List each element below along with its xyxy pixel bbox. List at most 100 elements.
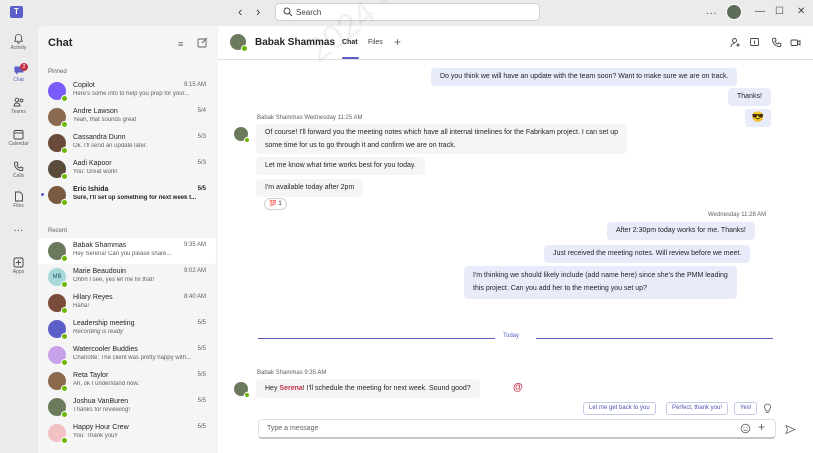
mention-serena[interactable]: Serena	[279, 385, 302, 392]
presence-available-icon	[61, 333, 68, 340]
pinned-section-label: Pinned	[48, 69, 67, 75]
contact-name[interactable]: Babak Shammas	[255, 37, 335, 48]
avatar: MB	[48, 268, 68, 288]
presence-available-icon	[61, 199, 68, 206]
rail-item-chat[interactable]: 2 Chat	[0, 63, 37, 83]
chat-list-item[interactable]: Hilary Reyes Haha! 8:40 AM	[38, 290, 216, 316]
search-box[interactable]: Search	[275, 3, 540, 21]
rail-label-teams: Teams	[11, 109, 26, 115]
message-bubble-them[interactable]: I'm available today after 2pm	[256, 179, 364, 197]
presence-available-icon	[244, 137, 250, 143]
audio-call-icon[interactable]	[771, 37, 782, 48]
message-meta: Babak Shammas Wednesday 11:25 AM	[257, 115, 363, 121]
user-avatar[interactable]	[726, 4, 742, 20]
presence-available-icon	[61, 437, 68, 444]
emoji-icon[interactable]	[740, 423, 751, 434]
attach-plus-icon[interactable]: +	[758, 420, 765, 434]
avatar	[48, 134, 68, 154]
tab-chat[interactable]: Chat	[342, 39, 358, 46]
new-chat-icon[interactable]	[197, 37, 208, 48]
chat-list-item[interactable]: Eric Ishida Sure, I'll set up something f…	[38, 182, 216, 208]
contact-avatar[interactable]	[230, 34, 248, 52]
rail-item-calendar[interactable]: Calendar	[0, 129, 37, 147]
message-bubble-me[interactable]: I'm thinking we should likely include (a…	[464, 266, 737, 299]
more-apps-icon[interactable]: ···	[0, 226, 37, 236]
chat-item-time: 5/3	[197, 134, 206, 140]
rail-item-teams[interactable]: Teams	[0, 97, 37, 115]
chat-list-item[interactable]: Babak Shammas Hey Serena! Can you please …	[38, 238, 216, 264]
chat-list-item[interactable]: Watercooler Buddies Charlotte: The client…	[38, 342, 216, 368]
maximize-icon[interactable]: ☐	[775, 6, 784, 18]
chat-item-name: Copilot	[73, 82, 95, 89]
teams-logo-icon: T	[10, 6, 23, 18]
avatar	[48, 242, 68, 262]
message-bubble-emoji[interactable]: 😎	[745, 109, 771, 127]
message-bubble-me[interactable]: Thanks!	[728, 88, 771, 106]
message-bubble-me[interactable]: Just received the meeting notes. Will re…	[544, 245, 751, 263]
chat-list-item[interactable]: Leadership meeting Recording is ready 5/5	[38, 316, 216, 342]
chat-list-item[interactable]: Joshua VanBuren Thanks for reviewing! 5/5	[38, 394, 216, 420]
phone-icon	[14, 161, 24, 171]
tab-files[interactable]: Files	[368, 39, 383, 46]
minimize-icon[interactable]: —	[755, 6, 765, 18]
bell-icon	[13, 33, 24, 44]
reaction-hundred[interactable]: 💯 1	[264, 198, 287, 210]
file-icon	[14, 191, 23, 202]
add-tab-icon[interactable]: +	[394, 35, 401, 49]
chat-item-preview: Ah, ok I understand now.	[73, 381, 140, 387]
chat-list-item[interactable]: Copilot Here's some info to help you prep…	[38, 78, 216, 104]
chat-item-name: Babak Shammas	[73, 242, 127, 249]
chat-item-time: 5/3	[197, 160, 206, 166]
rail-item-calls[interactable]: Calls	[0, 161, 37, 179]
chat-item-preview: Thanks for reviewing!	[73, 407, 131, 413]
chat-item-preview: Ok. I'll send an update later.	[73, 143, 148, 149]
forward-arrow-icon[interactable]: ›	[256, 5, 260, 19]
compose-box[interactable]: Type a message +	[258, 419, 776, 439]
message-bubble-me[interactable]: Do you think we will have an update with…	[431, 68, 738, 86]
message-bubble-them[interactable]: Hey Serena! I'll schedule the meeting fo…	[256, 379, 480, 398]
message-bubble-them[interactable]: Let me know what time works best for you…	[256, 157, 425, 175]
suggested-reply-button[interactable]: Let me get back to you	[583, 402, 656, 415]
chat-item-name: Aadi Kapoor	[73, 160, 112, 167]
rail-item-activity[interactable]: Activity	[0, 33, 37, 51]
close-icon[interactable]: ✕	[797, 6, 805, 18]
chat-list-item[interactable]: Reta Taylor Ah, ok I understand now. 5/5	[38, 368, 216, 394]
chat-item-time: 5/5	[197, 424, 206, 430]
send-icon[interactable]	[785, 424, 796, 435]
share-screen-icon[interactable]	[749, 37, 760, 48]
suggested-reply-button[interactable]: Yes!	[734, 402, 758, 415]
video-call-icon[interactable]	[790, 37, 801, 48]
sender-avatar[interactable]	[234, 382, 250, 398]
rail-item-apps[interactable]: Apps	[0, 257, 37, 275]
sender-avatar[interactable]	[234, 127, 250, 143]
chat-list-item[interactable]: Cassandra Dunn Ok. I'll send an update la…	[38, 130, 216, 156]
sunglasses-emoji: 😎	[751, 112, 765, 123]
chat-list-item[interactable]: Happy Hour Crew You: Thank you!! 5/5	[38, 420, 216, 446]
presence-available-icon	[61, 147, 68, 154]
chat-list-item[interactable]: Andre Lawson Yeah, that sounds great 5/4	[38, 104, 216, 130]
message-meta: Babak Shammas 9:35 AM	[257, 370, 327, 376]
people-icon	[13, 97, 23, 107]
chat-item-time: 9:35 AM	[183, 242, 206, 248]
lightbulb-icon[interactable]	[763, 403, 772, 414]
chat-list-item[interactable]: Aadi Kapoor You: Great work! 5/3	[38, 156, 216, 182]
more-options-icon[interactable]: ...	[706, 6, 717, 17]
message-bubble-them[interactable]: Of course! I'll forward you the meeting …	[256, 124, 628, 154]
search-icon	[283, 7, 293, 17]
back-arrow-icon[interactable]: ‹	[238, 5, 242, 19]
calendar-icon	[13, 130, 24, 140]
chat-item-preview: Sure, I'll set up something for next wee…	[73, 195, 197, 201]
chat-item-time: 8:40 AM	[183, 294, 206, 300]
presence-available-icon	[61, 281, 68, 288]
rail-item-files[interactable]: Files	[0, 191, 37, 209]
avatar	[48, 346, 68, 366]
message-bubble-me[interactable]: After 2:30pm today works for me. Thanks!	[607, 222, 755, 240]
message-text-line: Of course! I'll forward you the meeting …	[265, 129, 619, 136]
presence-available-icon	[244, 392, 250, 398]
suggested-reply-button[interactable]: Perfect, thank you!	[666, 402, 729, 415]
chat-list-item[interactable]: MB Marie Beaudouin Ohhh I see, yes let me …	[38, 264, 216, 290]
filter-icon[interactable]: ≡	[178, 39, 183, 49]
chat-item-name: Andre Lawson	[73, 108, 118, 115]
chat-item-preview: You: Thank you!!	[73, 433, 118, 439]
add-people-icon[interactable]	[730, 37, 741, 48]
